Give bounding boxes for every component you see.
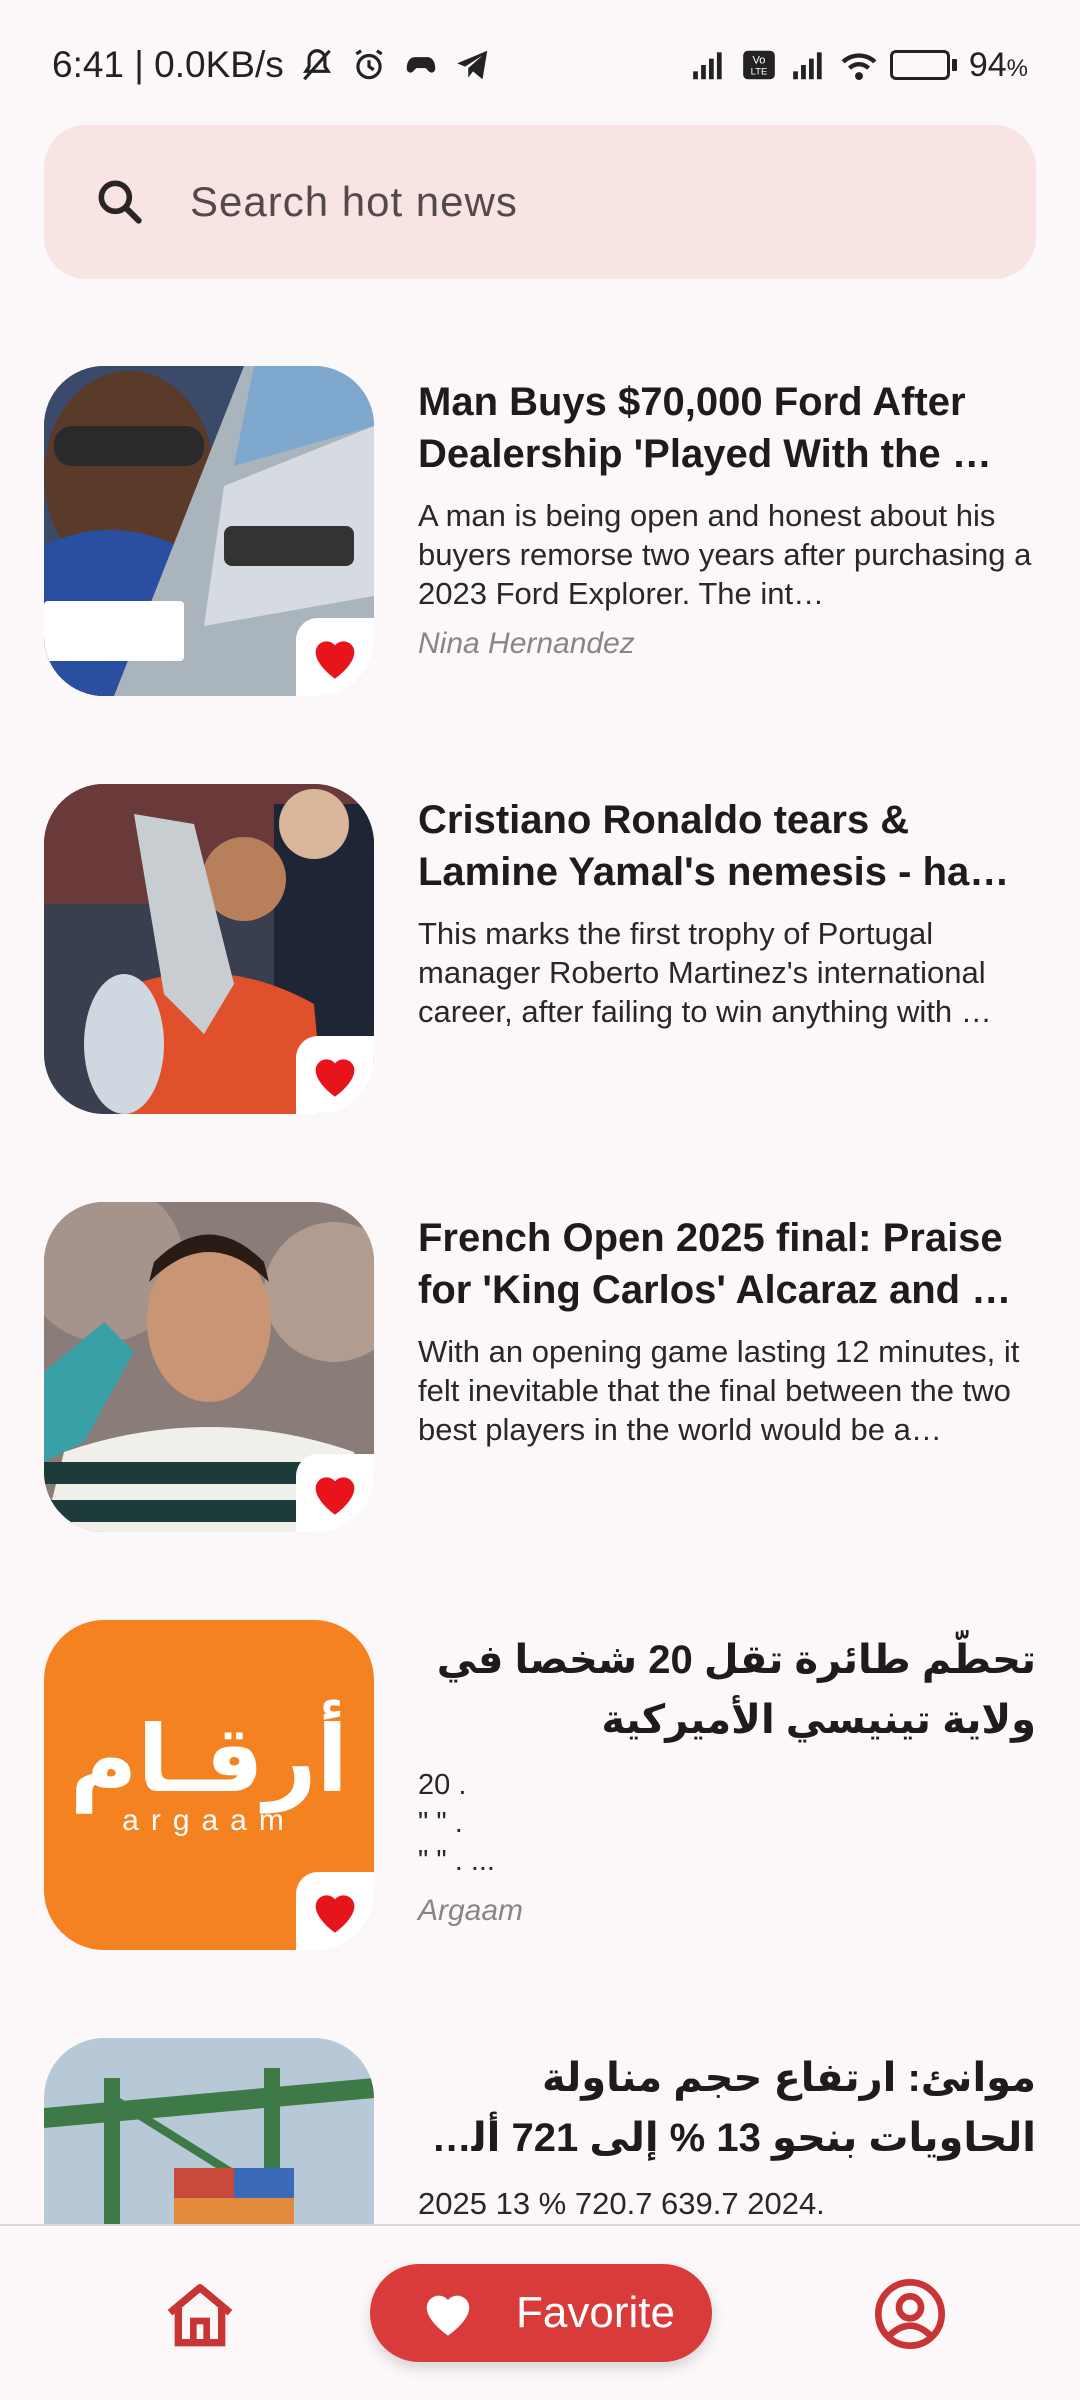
news-description: 2025 13 % 720.7 639.7 2024. bbox=[418, 2186, 825, 2221]
favorite-button[interactable] bbox=[296, 1454, 374, 1532]
news-title[interactable]: Cristiano Ronaldo tears & Lamine Yamal's… bbox=[418, 794, 1036, 898]
news-title[interactable]: تحطّم طائرة تقل 20 شخصا في ولاية تينيسي … bbox=[418, 1630, 1036, 1750]
news-item[interactable]: Man Buys $70,000 Ford After Dealership '… bbox=[44, 366, 1036, 696]
news-thumbnail[interactable] bbox=[44, 2038, 374, 2224]
heart-icon bbox=[315, 1059, 355, 1097]
news-source: Argaam bbox=[418, 1894, 524, 1927]
news-title[interactable]: Man Buys $70,000 Ford After Dealership '… bbox=[418, 376, 1036, 480]
status-bar: 6:41 | 0.0KB/s Vo LTE 94% bbox=[0, 0, 1080, 130]
favorite-button[interactable] bbox=[296, 1036, 374, 1114]
search-input[interactable] bbox=[190, 178, 990, 226]
search-bar[interactable] bbox=[44, 125, 1036, 279]
bottom-navigation: Favorite bbox=[0, 2224, 1080, 2400]
news-text: French Open 2025 final: Praise for 'King… bbox=[418, 1212, 1036, 1449]
heart-icon bbox=[315, 1477, 355, 1515]
wifi-icon bbox=[841, 53, 877, 81]
news-text: موانئ: ارتفاع حجم مناولة الحاويات بنحو 1… bbox=[418, 2048, 1036, 2223]
favorite-button[interactable] bbox=[296, 1872, 374, 1950]
favorite-button[interactable] bbox=[296, 618, 374, 696]
game-icon bbox=[406, 57, 436, 73]
favorite-nav-button[interactable]: Favorite bbox=[370, 2264, 712, 2362]
status-left: 6:41 | 0.0KB/s bbox=[52, 44, 492, 86]
battery-percent: 94% bbox=[968, 45, 1028, 84]
alarm-icon bbox=[355, 49, 383, 80]
news-title[interactable]: موانئ: ارتفاع حجم مناولة الحاويات بنحو 1… bbox=[418, 2048, 1036, 2168]
news-description: With an opening game lasting 12 minutes,… bbox=[418, 1334, 1020, 1447]
svg-text:Vo: Vo bbox=[752, 54, 765, 66]
volte-icon: VoLTE bbox=[742, 50, 775, 80]
news-description: This marks the first trophy of Portugal … bbox=[418, 916, 992, 1029]
signal-icon-2 bbox=[792, 52, 822, 80]
news-item[interactable]: أرقـام argaam تحطّم طائرة تقل 20 شخصا في… bbox=[44, 1620, 1036, 1950]
search-icon bbox=[98, 180, 142, 224]
news-source: Nina Hernandez bbox=[418, 627, 635, 660]
telegram-icon bbox=[456, 50, 488, 80]
news-list[interactable]: Man Buys $70,000 Ford After Dealership '… bbox=[0, 366, 1080, 2224]
news-item[interactable]: موانئ: ارتفاع حجم مناولة الحاويات بنحو 1… bbox=[44, 2038, 1036, 2224]
status-right: Vo LTE 94% bbox=[690, 46, 1028, 85]
battery-icon bbox=[889, 50, 957, 80]
heart-icon bbox=[426, 2295, 470, 2336]
home-icon[interactable] bbox=[160, 2276, 240, 2356]
favorite-nav-label: Favorite bbox=[516, 2288, 675, 2337]
news-item[interactable]: French Open 2025 final: Praise for 'King… bbox=[44, 1202, 1036, 1532]
argaam-logo: أرقـام argaam bbox=[69, 1709, 349, 1837]
svg-text:LTE: LTE bbox=[750, 67, 767, 78]
heart-icon bbox=[315, 641, 355, 679]
news-text: تحطّم طائرة تقل 20 شخصا في ولاية تينيسي … bbox=[418, 1630, 1036, 1928]
profile-icon[interactable] bbox=[870, 2274, 950, 2354]
heart-icon bbox=[315, 1895, 355, 1933]
news-title[interactable]: French Open 2025 final: Praise for 'King… bbox=[418, 1212, 1036, 1316]
news-item[interactable]: Cristiano Ronaldo tears & Lamine Yamal's… bbox=[44, 784, 1036, 1114]
news-text: Man Buys $70,000 Ford After Dealership '… bbox=[418, 376, 1036, 661]
bell-off-icon bbox=[302, 49, 331, 81]
signal-icon bbox=[692, 52, 722, 80]
news-description: 20 . " " . " " . ... bbox=[418, 1769, 495, 1877]
news-description: A man is being open and honest about his… bbox=[418, 498, 1032, 611]
news-text: Cristiano Ronaldo tears & Lamine Yamal's… bbox=[418, 794, 1036, 1031]
status-time: 6:41 | 0.0KB/s bbox=[52, 44, 284, 85]
